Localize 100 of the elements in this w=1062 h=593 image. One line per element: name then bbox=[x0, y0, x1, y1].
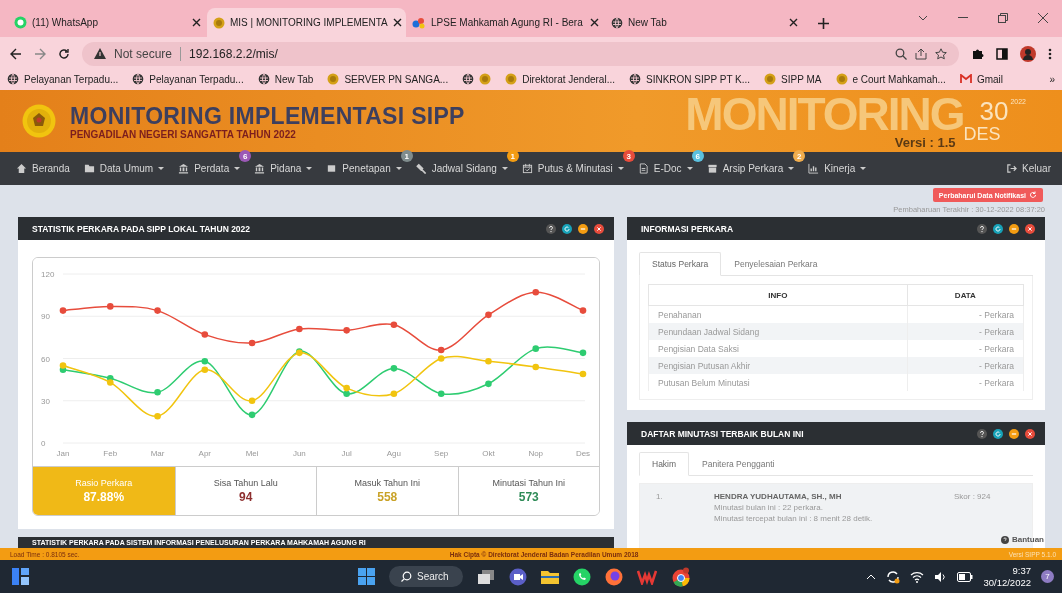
data-point bbox=[201, 331, 209, 338]
column-header: DATA bbox=[907, 284, 1024, 306]
video-call-icon[interactable] bbox=[508, 567, 527, 586]
help-icon[interactable] bbox=[977, 223, 987, 234]
bookmark[interactable]: SINKRON SIPP PT K... bbox=[629, 73, 751, 85]
tab[interactable]: Status Perkara bbox=[639, 252, 722, 276]
bookmark[interactable]: New Tab bbox=[257, 73, 314, 85]
office-suite-icon[interactable] bbox=[636, 568, 657, 585]
close-icon[interactable] bbox=[1025, 223, 1035, 234]
tab[interactable]: Panitera Pengganti bbox=[689, 452, 788, 476]
coin-icon bbox=[835, 73, 848, 85]
bookmark[interactable]: e Court Mahkamah... bbox=[835, 73, 946, 85]
stat-label: Sisa Tahun Lalu bbox=[213, 478, 278, 488]
help-link[interactable]: Bantuan bbox=[1001, 535, 1044, 544]
nav-menu-item[interactable]: Kinerja bbox=[808, 163, 867, 174]
data-point bbox=[248, 397, 256, 405]
refresh-icon[interactable] bbox=[993, 428, 1003, 439]
minimize-icon[interactable] bbox=[1009, 223, 1019, 234]
table-cell: Putusan Belum Minutasi bbox=[648, 374, 908, 391]
tab[interactable]: Penyelesaian Perkara bbox=[721, 252, 831, 276]
table-cell: Penundaan Jadwal Sidang bbox=[648, 323, 908, 340]
notification-badge[interactable]: 7 bbox=[1041, 570, 1054, 583]
refresh-icon[interactable] bbox=[993, 223, 1003, 234]
bookmark[interactable]: Pelayanan Terpadu... bbox=[132, 73, 244, 85]
chevron-up-icon[interactable] bbox=[866, 573, 877, 580]
home-icon bbox=[16, 163, 27, 174]
coin-icon bbox=[213, 16, 225, 29]
panel-title: INFORMASI PERKARA bbox=[641, 223, 735, 234]
help-icon[interactable] bbox=[546, 223, 556, 234]
axis-label: Apr bbox=[198, 449, 212, 458]
help-icon[interactable] bbox=[977, 428, 987, 439]
more-bookmarks[interactable]: » bbox=[1049, 73, 1055, 85]
building-icon bbox=[178, 163, 190, 174]
axis-label: 120 bbox=[41, 270, 55, 279]
judge-name: HENDRA YUDHAUTAMA, SH., MH bbox=[714, 492, 843, 501]
tab[interactable]: Hakim bbox=[639, 452, 690, 476]
nav-menu-item[interactable]: Beranda bbox=[16, 163, 70, 174]
bookmark[interactable]: SERVER PN SANGA... bbox=[327, 73, 449, 85]
emblem-logo bbox=[22, 104, 56, 138]
close-icon[interactable] bbox=[594, 223, 604, 234]
globe-icon bbox=[7, 73, 19, 85]
close-icon[interactable] bbox=[392, 18, 402, 27]
data-point bbox=[485, 358, 492, 365]
minimize-icon[interactable] bbox=[1009, 428, 1019, 439]
battery-icon[interactable] bbox=[957, 571, 974, 582]
folder-icon[interactable] bbox=[540, 569, 559, 584]
minimize-icon[interactable] bbox=[958, 17, 968, 19]
close-icon[interactable] bbox=[1038, 13, 1048, 23]
share-icon[interactable] bbox=[915, 47, 927, 60]
column-header: INFO bbox=[648, 284, 908, 306]
browser-tab[interactable]: MIS | MONITORING IMPLEMENTA bbox=[207, 8, 406, 37]
globe-icon bbox=[257, 73, 270, 85]
close-icon[interactable] bbox=[192, 18, 201, 27]
close-icon[interactable] bbox=[590, 18, 599, 27]
puzzle-icon[interactable] bbox=[971, 47, 984, 60]
nav-menu-item[interactable]: Data Umum bbox=[83, 163, 165, 174]
bookmark[interactable]: Pelayanan Terpadu... bbox=[7, 73, 119, 85]
detail-text: Minutasi bulan ini : 22 perkara. bbox=[714, 503, 824, 512]
court-name: PENGADILAN NEGERI SANGATTA TAHUN 2022 bbox=[70, 128, 297, 140]
chat-icon[interactable] bbox=[572, 567, 591, 586]
browser-tab[interactable]: LPSE Mahkamah Agung RI - Bera bbox=[406, 8, 605, 37]
bookmark[interactable]: SIPP MA bbox=[764, 73, 822, 85]
close-icon[interactable] bbox=[1025, 428, 1035, 439]
reload-icon[interactable] bbox=[58, 47, 70, 60]
widgets-icon[interactable] bbox=[12, 568, 29, 585]
nav-menu-item[interactable]: Pidana bbox=[254, 163, 313, 174]
menu-icon[interactable] bbox=[1048, 47, 1052, 60]
speaker-icon[interactable] bbox=[934, 570, 948, 583]
zoom-icon[interactable] bbox=[895, 47, 907, 60]
avatar-icon[interactable] bbox=[1020, 45, 1036, 62]
star-icon[interactable] bbox=[935, 47, 947, 60]
logout-link[interactable]: Keluar bbox=[1006, 163, 1051, 174]
fox-browser-icon[interactable] bbox=[604, 567, 623, 586]
forward-icon[interactable] bbox=[34, 47, 46, 60]
close-icon[interactable] bbox=[789, 18, 798, 27]
chevron-down-icon[interactable] bbox=[918, 15, 928, 21]
start-icon[interactable] bbox=[358, 568, 375, 585]
address-bar[interactable]: Not secure 192.168.2.2/mis/ bbox=[82, 41, 959, 66]
wifi-icon[interactable] bbox=[910, 570, 925, 583]
browser-tab[interactable]: New Tab bbox=[605, 8, 804, 37]
side-panel-icon[interactable] bbox=[996, 47, 1008, 60]
data-point bbox=[154, 307, 161, 314]
sync-icon[interactable] bbox=[886, 569, 901, 584]
chrome-icon[interactable] bbox=[670, 566, 691, 587]
restore-icon[interactable] bbox=[998, 13, 1008, 23]
table-cell: - Perkara bbox=[907, 374, 1024, 391]
bookmark[interactable]: Direktorat Jenderal... bbox=[505, 73, 615, 85]
data-point bbox=[485, 380, 492, 388]
coin-icon bbox=[479, 73, 492, 85]
date-day: 30 bbox=[979, 97, 1009, 124]
refresh-icon[interactable] bbox=[562, 223, 572, 234]
back-icon[interactable] bbox=[10, 47, 22, 60]
browser-tab[interactable]: (11) WhatsApp bbox=[8, 8, 207, 37]
taskbar-search[interactable]: Search bbox=[389, 566, 463, 587]
plus-icon[interactable] bbox=[818, 18, 829, 29]
bookmark[interactable]: Gmail bbox=[959, 73, 1003, 85]
minimize-icon[interactable] bbox=[578, 223, 588, 234]
task-view-icon[interactable] bbox=[476, 568, 495, 585]
globe-icon bbox=[629, 73, 641, 85]
axis-label: Jan bbox=[56, 449, 70, 458]
